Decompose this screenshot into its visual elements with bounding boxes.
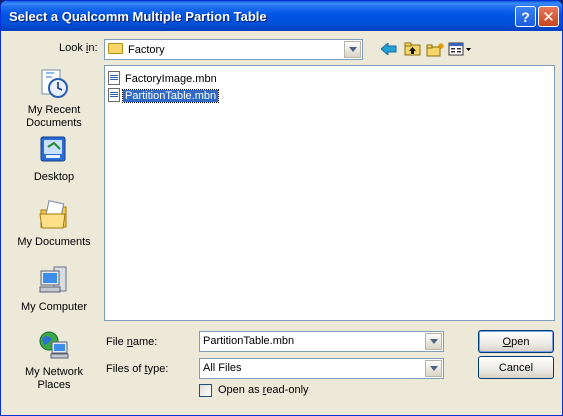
places-bar: My Recent Documents Desktop My Documents…	[11, 65, 97, 395]
file-name-label: File name:	[106, 336, 158, 348]
cancel-button[interactable]: Cancel	[478, 356, 554, 379]
files-of-type-value: All Files	[203, 362, 242, 374]
place-my-documents[interactable]: My Documents	[11, 200, 97, 249]
back-button[interactable]	[378, 39, 400, 59]
file-item[interactable]: FactoryImage.mbn	[108, 71, 219, 87]
look-in-dropdown-arrow[interactable]	[344, 41, 361, 58]
look-in-dropdown[interactable]: Factory	[104, 39, 363, 60]
file-item-selected[interactable]: PartitionTable.mbn	[108, 88, 220, 104]
view-menu-icon	[448, 42, 471, 56]
file-name-dropdown-arrow[interactable]	[425, 333, 442, 350]
title-bar[interactable]: Select a Qualcomm Multiple Partion Table…	[1, 1, 562, 31]
look-in-label: Look in:	[59, 42, 98, 54]
up-one-level-button[interactable]	[401, 39, 423, 59]
help-icon: ?	[521, 8, 530, 25]
open-button[interactable]: Open	[478, 330, 554, 353]
view-menu-button[interactable]	[447, 39, 473, 59]
place-my-computer[interactable]: My Computer	[11, 265, 97, 314]
file-list[interactable]: FactoryImage.mbn PartitionTable.mbn	[104, 65, 555, 321]
open-read-only-label[interactable]: Open as read-only	[218, 384, 309, 396]
place-my-network-places[interactable]: My Network Places	[11, 330, 97, 392]
help-button[interactable]: ?	[515, 6, 536, 27]
file-open-dialog: Select a Qualcomm Multiple Partion Table…	[0, 0, 563, 416]
file-name-value[interactable]: PartitionTable.mbn	[203, 335, 294, 347]
new-folder-icon	[426, 42, 444, 56]
recent-documents-icon	[38, 68, 70, 100]
chevron-down-icon	[429, 339, 438, 344]
back-arrow-icon	[381, 43, 397, 55]
file-icon	[108, 88, 120, 102]
folder-icon	[108, 43, 123, 54]
close-button[interactable]: ✕	[538, 6, 559, 27]
open-read-only-checkbox[interactable]	[199, 384, 212, 397]
files-of-type-dropdown-arrow[interactable]	[425, 360, 442, 377]
files-of-type-label: Files of type:	[106, 363, 169, 375]
place-desktop[interactable]: Desktop	[11, 135, 97, 184]
network-places-icon	[38, 330, 70, 362]
my-documents-icon	[38, 200, 70, 232]
place-my-recent-documents[interactable]: My Recent Documents	[11, 68, 97, 130]
window-title: Select a Qualcomm Multiple Partion Table	[9, 9, 267, 24]
chevron-down-icon	[429, 366, 438, 371]
look-in-value: Factory	[128, 44, 165, 56]
file-name-input[interactable]: PartitionTable.mbn	[199, 331, 444, 352]
files-of-type-dropdown[interactable]: All Files	[199, 358, 444, 379]
file-icon	[108, 71, 120, 85]
my-computer-icon	[38, 265, 70, 297]
desktop-icon	[38, 135, 70, 167]
chevron-down-icon	[348, 47, 357, 52]
new-folder-button[interactable]	[424, 39, 446, 59]
folder-up-icon	[404, 42, 420, 56]
close-icon: ✕	[542, 8, 555, 26]
